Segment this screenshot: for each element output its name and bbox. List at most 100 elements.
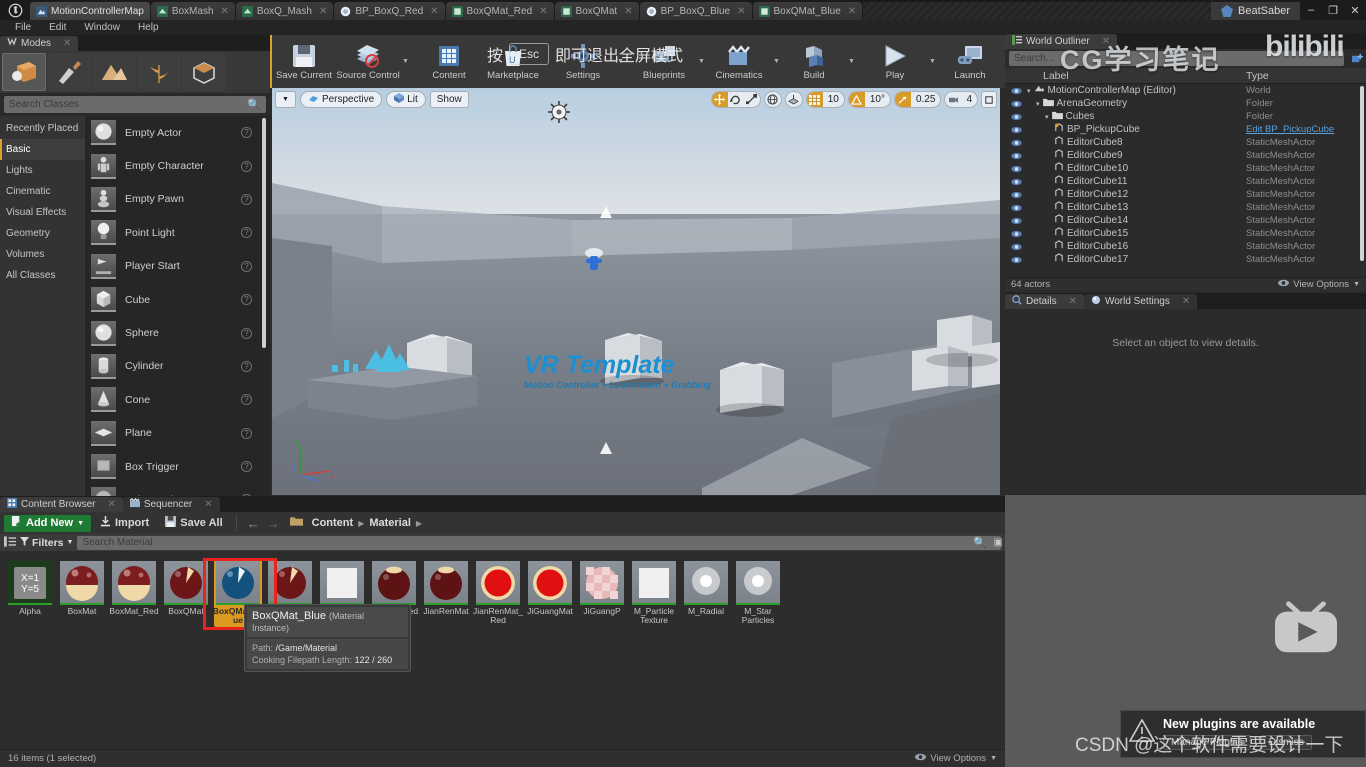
level-viewport[interactable]: VR Template Motion Controller + Locomoti…	[272, 88, 1000, 495]
visibility-toggle-icon[interactable]	[1005, 217, 1027, 225]
menu-item-window[interactable]: Window	[75, 20, 129, 35]
menu-item-file[interactable]: File	[6, 20, 40, 35]
outliner-add-icon[interactable]	[1348, 53, 1366, 64]
import-button[interactable]: Import	[93, 515, 156, 532]
rotate-tool[interactable]	[728, 92, 744, 107]
asset-boxmat[interactable]: BoxMat	[58, 559, 106, 627]
toolbar-dropdown-arrow[interactable]: ▼	[400, 37, 411, 87]
tab-sequencer[interactable]: Sequencer ✕	[122, 497, 220, 512]
app-tab-boxqmat[interactable]: BoxQMat ✕	[554, 2, 639, 20]
visibility-toggle-icon[interactable]	[1005, 191, 1027, 199]
close-icon[interactable]: ✕	[221, 6, 229, 17]
category-volumes[interactable]: Volumes	[0, 244, 85, 265]
app-tab-boxqmat-blue[interactable]: BoxQMat_Blue ✕	[752, 2, 863, 20]
tab-world-settings[interactable]: World Settings ✕	[1083, 294, 1198, 309]
category-basic[interactable]: Basic	[0, 139, 85, 160]
placeable-point-light[interactable]: Point Light?	[85, 216, 270, 249]
geometry-edit-mode-icon[interactable]	[182, 53, 226, 91]
scale-snap-value[interactable]: 0.25	[911, 92, 940, 107]
column-header-label[interactable]: Label	[1005, 70, 1246, 82]
outliner-search-input[interactable]: Search...	[1009, 51, 1344, 66]
app-tab-boxq-mash[interactable]: BoxQ_Mash ✕	[235, 2, 334, 20]
save-search-icon[interactable]: ▣	[994, 537, 1003, 548]
app-tab-boxqmat-red[interactable]: BoxQMat_Red ✕	[445, 2, 554, 20]
tab-details[interactable]: Details ✕	[1005, 294, 1084, 309]
toolbar-dropdown-arrow[interactable]: ▼	[771, 37, 782, 87]
save-all-button[interactable]: Save All	[158, 515, 229, 532]
viewport-options-button[interactable]: ▼	[275, 91, 296, 108]
visibility-toggle-icon[interactable]	[1005, 100, 1027, 108]
camera-speed-value[interactable]: 4	[961, 92, 977, 107]
placeable-cone[interactable]: Cone?	[85, 383, 270, 416]
placeable-sphere[interactable]: Sphere?	[85, 316, 270, 349]
close-icon[interactable]: ✕	[737, 6, 745, 17]
landscape-mode-icon[interactable]	[92, 53, 136, 91]
category-visual-effects[interactable]: Visual Effects	[0, 202, 85, 223]
help-icon[interactable]: ?	[241, 127, 252, 139]
close-icon[interactable]: ✕	[204, 499, 212, 510]
help-icon[interactable]: ?	[241, 360, 252, 372]
visibility-toggle-icon[interactable]	[1005, 139, 1027, 147]
grid-snap-value[interactable]: 10	[823, 92, 844, 107]
asset-boxqmat[interactable]: BoxQMat	[162, 559, 210, 627]
asset-jiguangp[interactable]: JiGuangP	[578, 559, 626, 627]
tab-content-browser[interactable]: Content Browser ✕	[0, 497, 123, 512]
placeable-empty-character[interactable]: Empty Character?	[85, 149, 270, 182]
placeable-plane[interactable]: Plane?	[85, 417, 270, 450]
expander-icon[interactable]: ▾	[1027, 87, 1031, 95]
toolbar-dropdown-arrow[interactable]: ▼	[615, 37, 626, 87]
help-icon[interactable]: ?	[241, 260, 252, 272]
angle-snap-toggle[interactable]	[848, 92, 865, 107]
outliner-row[interactable]: EditorCube14 StaticMeshActor	[1005, 214, 1366, 227]
toolbar-play-button[interactable]: Play	[863, 37, 927, 87]
minimize-button[interactable]: –	[1300, 1, 1322, 19]
visibility-toggle-icon[interactable]	[1005, 126, 1027, 134]
toolbar-content-button[interactable]: Content	[417, 37, 481, 87]
app-tab-bp-boxq-red[interactable]: BP_BoxQ_Red ✕	[334, 2, 445, 20]
category-cinematic[interactable]: Cinematic	[0, 181, 85, 202]
outliner-row-type[interactable]: Edit BP_PickupCube	[1246, 124, 1366, 135]
visibility-toggle-icon[interactable]	[1005, 113, 1027, 121]
asset-jianrenmat[interactable]: JianRenMat	[422, 559, 470, 627]
asset-jiguangmat[interactable]: JiGuangMat	[526, 559, 574, 627]
visibility-toggle-icon[interactable]	[1005, 152, 1027, 160]
outliner-row[interactable]: EditorCube11 StaticMeshActor	[1005, 175, 1366, 188]
outliner-row[interactable]: ▾ ArenaGeometry Folder	[1005, 97, 1366, 110]
nav-back-button[interactable]: ←	[247, 516, 260, 531]
nav-forward-button[interactable]: →	[267, 516, 280, 531]
toolbar-settings-button[interactable]: Settings	[551, 37, 615, 87]
column-header-type[interactable]: Type	[1246, 70, 1366, 82]
toolbar-dropdown-arrow[interactable]: ▼	[927, 37, 938, 87]
app-tab-bp-boxq-blue[interactable]: BP_BoxQ_Blue ✕	[639, 2, 752, 20]
outliner-row[interactable]: EditorCube8 StaticMeshActor	[1005, 136, 1366, 149]
outliner-row[interactable]: EditorCube10 StaticMeshActor	[1005, 162, 1366, 175]
app-tab-boxmash[interactable]: BoxMash ✕	[150, 2, 235, 20]
close-icon[interactable]: ✕	[1069, 296, 1077, 307]
toolbar-dropdown-arrow[interactable]: ▼	[846, 37, 857, 87]
visibility-toggle-icon[interactable]	[1005, 243, 1027, 251]
asset-m-star-particles[interactable]: M_Star Particles	[734, 559, 782, 627]
category-recently-placed[interactable]: Recently Placed	[0, 118, 85, 139]
search-classes-input[interactable]: Search Classes 🔍	[4, 96, 266, 113]
close-icon[interactable]: ✕	[319, 6, 327, 17]
close-icon[interactable]: ✕	[1102, 36, 1110, 47]
category-all-classes[interactable]: All Classes	[0, 265, 85, 286]
sources-toggle-icon[interactable]	[4, 535, 16, 550]
show-button[interactable]: Show	[429, 91, 469, 108]
asset-alpha[interactable]: X=1 Y=5 Alpha	[6, 559, 54, 627]
add-new-button[interactable]: Add New ▼	[4, 514, 91, 532]
category-geometry[interactable]: Geometry	[0, 223, 85, 244]
breadcrumb-material[interactable]: Material	[366, 517, 414, 529]
app-tab-motioncontrollermap[interactable]: MotionControllerMap	[30, 2, 150, 20]
expander-icon[interactable]: ▾	[1045, 113, 1049, 121]
grid-snap-toggle[interactable]	[806, 92, 823, 107]
coordinate-system-button[interactable]	[763, 91, 782, 108]
asset-m-particle-texture[interactable]: M_Particle Texture	[630, 559, 678, 627]
help-icon[interactable]: ?	[241, 461, 252, 473]
maximize-button[interactable]: ❐	[1322, 1, 1344, 19]
outliner-row[interactable]: BP_PickupCube Edit BP_PickupCube	[1005, 123, 1366, 136]
visibility-toggle-icon[interactable]	[1005, 178, 1027, 186]
perspective-button[interactable]: Perspective	[299, 91, 383, 108]
asset-m-radial[interactable]: M_Radial	[682, 559, 730, 627]
toolbar-launch-button[interactable]: Launch	[938, 37, 1002, 87]
